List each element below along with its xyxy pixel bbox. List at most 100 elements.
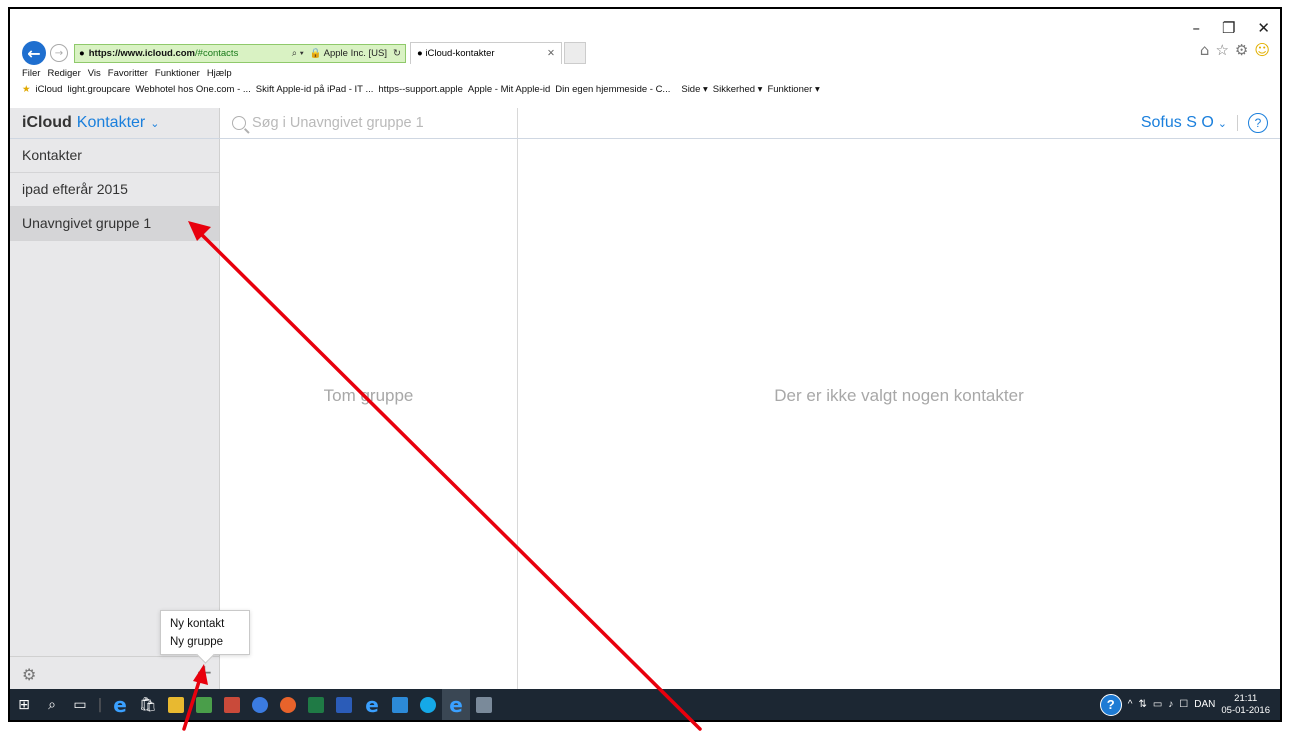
notification-icon[interactable]: ☐ — [1179, 699, 1188, 710]
url-host: https://www.icloud.com — [88, 47, 196, 59]
skype-icon[interactable] — [414, 689, 442, 720]
clock[interactable]: 21:11 05-01-2016 — [1221, 693, 1270, 717]
new-tab-button[interactable] — [564, 42, 586, 64]
firefox-icon[interactable] — [274, 689, 302, 720]
arrow-left-icon: ← — [27, 43, 41, 63]
menu-favorites[interactable]: Favoritter — [108, 68, 148, 79]
battery-icon[interactable]: ▭ — [1153, 699, 1162, 710]
windows-taskbar: ⊞ ⌕ ▭ | e 🛍 e e ? ^ ⇅ ▭ ♪ ☐ DAN 21:11 05… — [10, 689, 1280, 720]
back-button[interactable]: ← — [22, 41, 46, 65]
store-icon[interactable]: 🛍 — [134, 689, 162, 720]
sidebar-footer: ⚙ + — [10, 656, 219, 690]
search-dropdown-icon[interactable]: ⌕ ▾ — [292, 48, 304, 59]
app-icon[interactable] — [218, 689, 246, 720]
command-side[interactable]: Side ▾ — [681, 84, 707, 95]
favorite-link[interactable]: Apple - Mit Apple-id — [468, 84, 550, 95]
empty-group-text: Tom gruppe — [323, 386, 414, 405]
favorite-link[interactable]: iCloud — [36, 84, 63, 95]
app-switcher[interactable]: iCloud Kontakter ⌄ — [10, 108, 220, 138]
ssl-identity[interactable]: 🔒 Apple Inc. [US] — [310, 48, 387, 59]
chevron-down-icon: ⌄ — [150, 116, 160, 130]
app-icon[interactable] — [190, 689, 218, 720]
sidebar-item-unavngivet-gruppe-1[interactable]: Unavngivet gruppe 1 — [10, 207, 219, 241]
task-view-icon[interactable]: ▭ — [66, 689, 94, 720]
search-icon — [232, 116, 246, 130]
menu-edit[interactable]: Rediger — [47, 68, 80, 79]
screenshot-frame: – ❐ ✕ ⌂ ☆ ⚙ ☺ ← → ● https://www.icloud.c… — [8, 7, 1282, 722]
app-icon[interactable] — [470, 689, 498, 720]
user-name: Sofus S O — [1140, 114, 1214, 131]
menu-file[interactable]: Filer — [22, 68, 40, 79]
favorites-star-icon[interactable]: ☆ — [1215, 41, 1228, 59]
edge-browser-icon[interactable]: e — [358, 689, 386, 720]
close-tab-icon[interactable]: ✕ — [547, 48, 555, 59]
menu-tools[interactable]: Funktioner — [155, 68, 200, 79]
app-name: Kontakter — [76, 114, 146, 131]
restore-button[interactable]: ❐ — [1222, 19, 1235, 37]
favorites-star-icon[interactable]: ★ — [22, 84, 31, 95]
menu-view[interactable]: Vis — [88, 68, 101, 79]
feedback-smiley-icon[interactable]: ☺ — [1254, 41, 1270, 59]
help-button[interactable]: ? — [1248, 113, 1268, 133]
help-icon: ? — [1254, 116, 1262, 130]
address-bar[interactable]: ● https://www.icloud.com/#contacts ⌕ ▾ 🔒… — [74, 43, 406, 63]
internet-explorer-icon[interactable]: e — [442, 689, 470, 720]
search-icon[interactable]: ⌕ — [38, 689, 66, 720]
navigation-row: ← → ● https://www.icloud.com/#contacts ⌕… — [22, 41, 586, 65]
app-icon[interactable] — [386, 689, 414, 720]
clock-time: 21:11 — [1234, 692, 1258, 704]
divider: | — [97, 696, 103, 713]
divider — [1237, 115, 1238, 131]
command-tools[interactable]: Funktioner ▾ — [767, 84, 819, 95]
network-icon[interactable]: ⇅ — [1138, 699, 1146, 710]
gear-icon[interactable]: ⚙ — [1235, 41, 1248, 59]
favorite-link[interactable]: Din egen hjemmeside - C... — [555, 84, 670, 95]
language-indicator[interactable]: DAN — [1194, 699, 1215, 710]
favorite-link[interactable]: light.groupcare — [67, 84, 130, 95]
help-question-icon[interactable]: ? — [1099, 693, 1122, 716]
favorite-link[interactable]: Webhotel hos One.com - ... — [135, 84, 250, 95]
command-security[interactable]: Sikkerhed ▾ — [713, 84, 763, 95]
address-controls: ⌕ ▾ 🔒 Apple Inc. [US] ↻ — [292, 48, 401, 59]
browser-chrome: – ❐ ✕ ⌂ ☆ ⚙ ☺ ← → ● https://www.icloud.c… — [10, 9, 1280, 108]
chevron-up-icon[interactable]: ^ — [1128, 699, 1133, 710]
tab-title: iCloud-kontakter — [425, 48, 495, 59]
favorites-bar: ★ iCloud light.groupcare Webhotel hos On… — [22, 84, 1272, 95]
chrome-icon[interactable] — [246, 689, 274, 720]
favorite-link[interactable]: https--support.apple — [378, 84, 463, 95]
app-header: iCloud Kontakter ⌄ Søg i Unavngivet grup… — [10, 108, 1280, 139]
no-contact-selected-text: Der er ikke valgt nogen kontakter — [774, 386, 1024, 405]
word-icon[interactable] — [330, 689, 358, 720]
settings-gear-icon[interactable]: ⚙ — [22, 665, 36, 684]
sidebar-item-ipad-efteraar-2015[interactable]: ipad efterår 2015 — [10, 173, 219, 207]
sidebar-item-kontakter[interactable]: Kontakter — [10, 139, 219, 173]
forward-button[interactable]: → — [50, 44, 68, 62]
volume-icon[interactable]: ♪ — [1168, 699, 1173, 710]
ie-toolbar-icons: ⌂ ☆ ⚙ ☺ — [1200, 41, 1270, 59]
apple-logo-icon: ● — [79, 47, 85, 59]
minimize-button[interactable]: – — [1192, 19, 1200, 37]
windows-start-icon[interactable]: ⊞ — [10, 689, 38, 720]
close-window-button[interactable]: ✕ — [1257, 19, 1270, 37]
search-input[interactable]: Søg i Unavngivet gruppe 1 — [220, 108, 518, 138]
edge-browser-icon[interactable]: e — [106, 689, 134, 720]
apple-logo-icon: ● — [417, 48, 426, 59]
system-tray: ? ^ ⇅ ▭ ♪ ☐ DAN 21:11 05-01-2016 — [1099, 693, 1280, 717]
url-text: https://www.icloud.com/#contacts — [89, 48, 239, 59]
menu-help[interactable]: Hjælp — [207, 68, 232, 79]
file-explorer-icon[interactable] — [162, 689, 190, 720]
excel-icon[interactable] — [302, 689, 330, 720]
refresh-icon[interactable]: ↻ — [393, 48, 401, 59]
browser-tab[interactable]: ● iCloud-kontakter ✕ — [410, 42, 562, 64]
contact-list-pane: Tom gruppe — [220, 139, 518, 690]
search-placeholder: Søg i Unavngivet gruppe 1 — [252, 115, 424, 131]
clock-date: 05-01-2016 — [1221, 704, 1270, 716]
home-icon[interactable]: ⌂ — [1200, 41, 1210, 59]
chevron-down-icon: ⌄ — [1217, 117, 1227, 130]
add-button[interactable]: + — [196, 660, 213, 684]
favorite-link[interactable]: Skift Apple-id på iPad - IT ... — [256, 84, 374, 95]
user-menu[interactable]: Sofus S O ⌄ — [1141, 114, 1227, 132]
command-bar: Side ▾ Sikkerhed ▾ Funktioner ▾ — [681, 84, 819, 95]
groups-sidebar: Kontakter ipad efterår 2015 Unavngivet g… — [10, 139, 220, 690]
menu-bar: Filer Rediger Vis Favoritter Funktioner … — [22, 68, 232, 79]
